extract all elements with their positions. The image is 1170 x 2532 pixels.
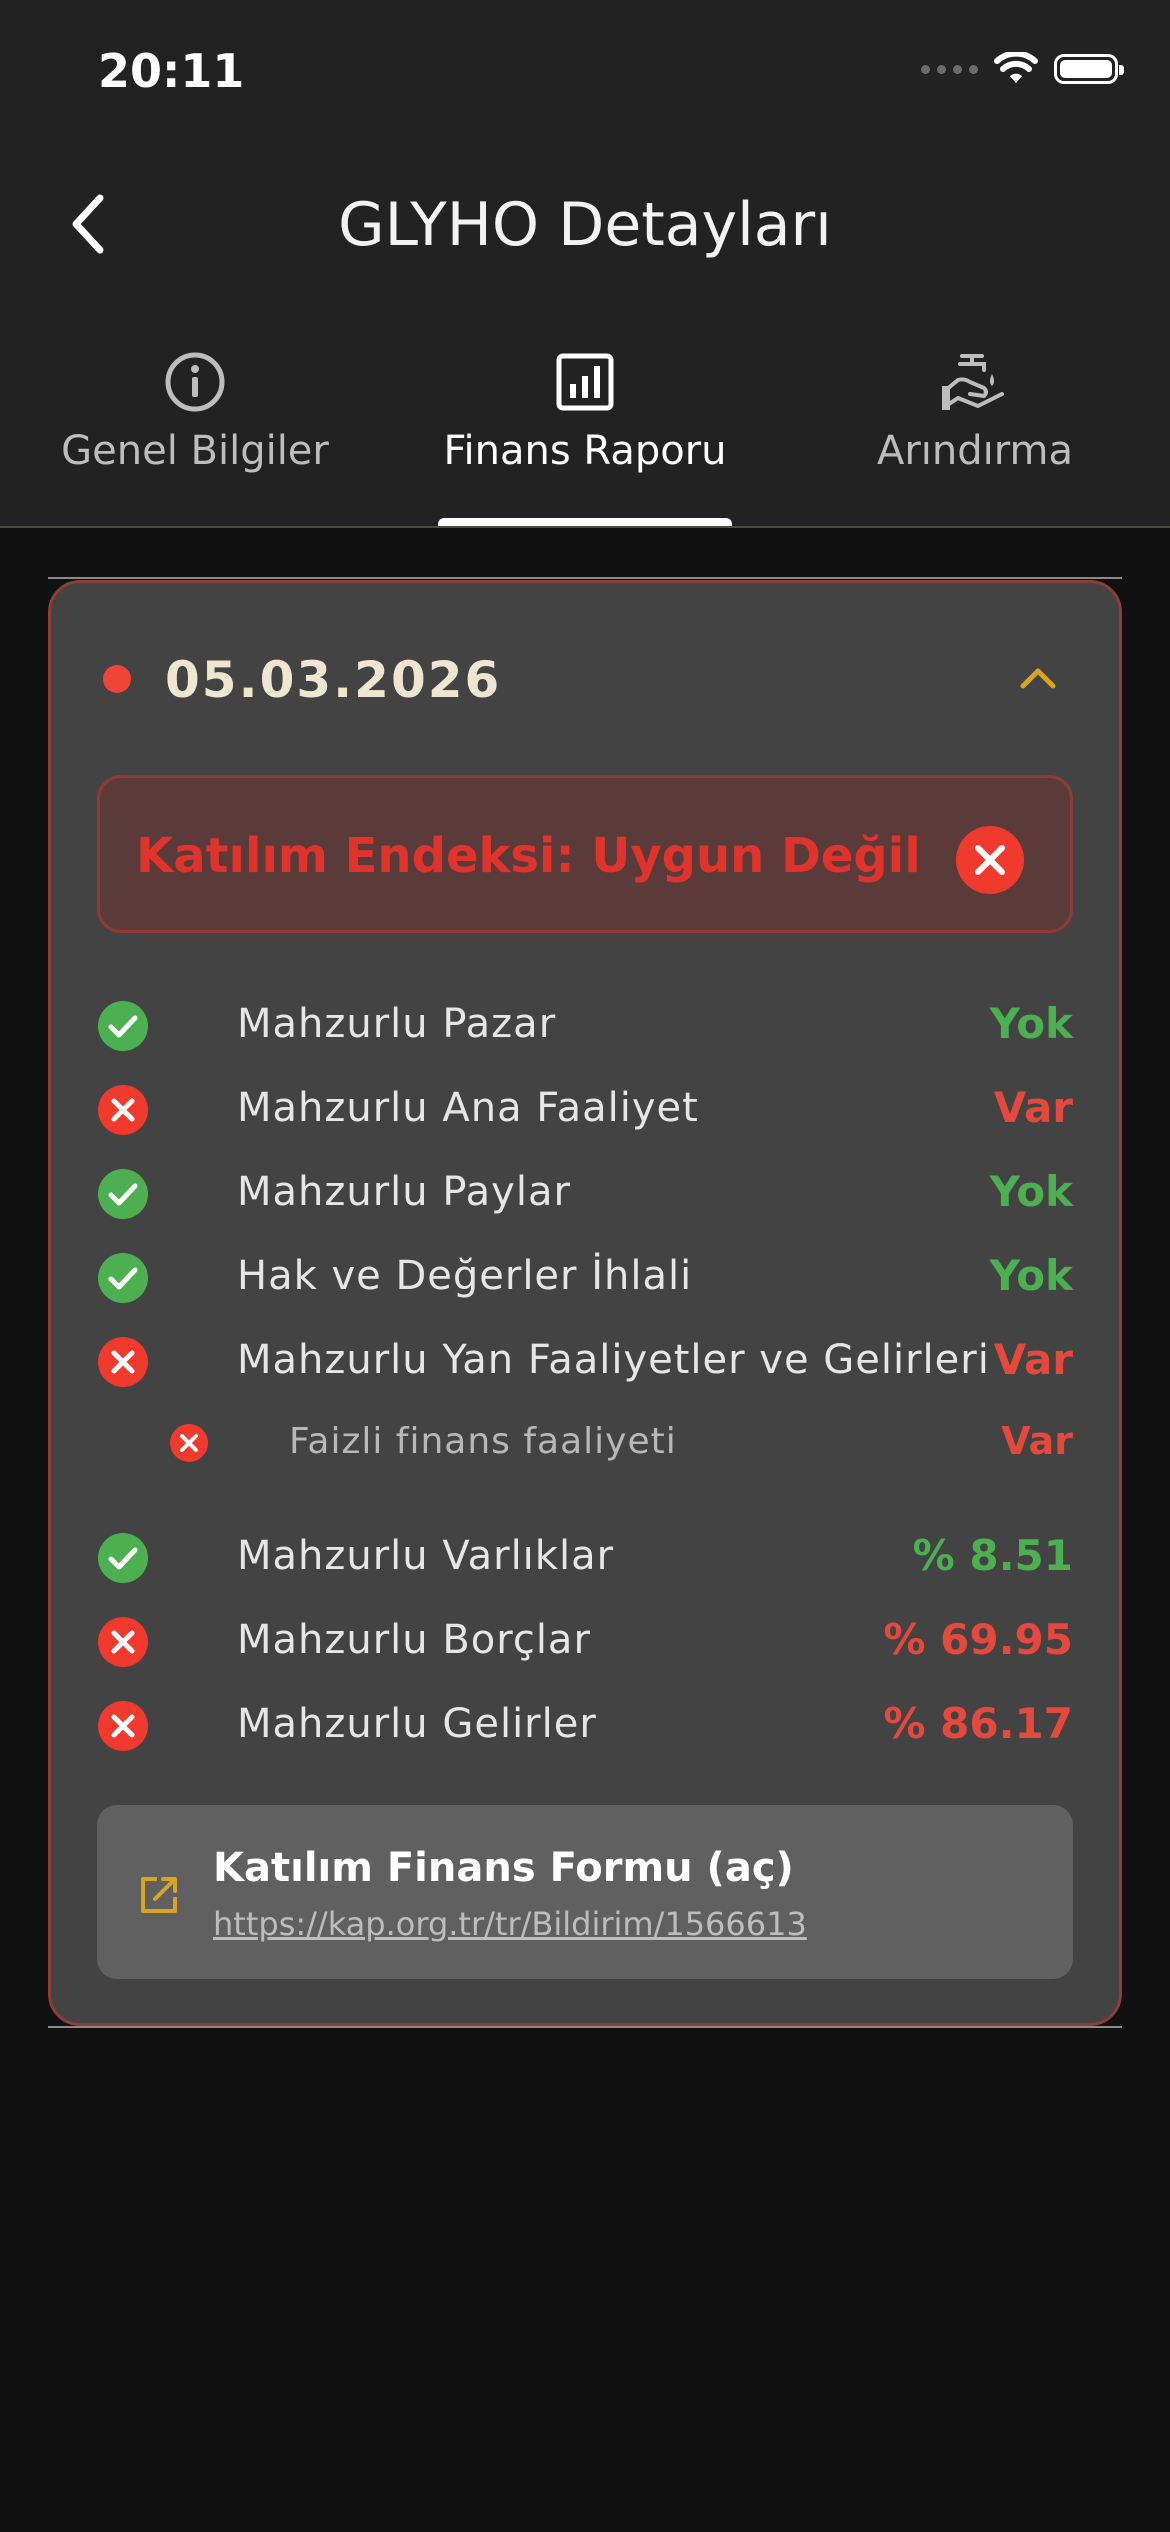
- criteria-label: Faizli finans faaliyeti: [289, 1421, 677, 1462]
- check-circle-icon: [98, 1001, 148, 1051]
- finance-form-link[interactable]: Katılım Finans Formu (aç) https://kap.or…: [97, 1805, 1073, 1979]
- check-circle-icon: [98, 1169, 148, 1219]
- status-time: 20:11: [98, 44, 245, 98]
- ratio-value: % 8.51: [912, 1531, 1073, 1580]
- bar-chart-icon: [556, 353, 614, 411]
- info-icon: [165, 352, 225, 412]
- criteria-value: Yok: [989, 999, 1073, 1048]
- criteria-label: Hak ve Değerler İhlali: [237, 1253, 693, 1299]
- tab-label: Genel Bilgiler: [61, 428, 329, 474]
- ratio-row: Mahzurlu Gelirler % 86.17: [97, 1695, 1073, 1755]
- ratio-row: Mahzurlu Borçlar % 69.95: [97, 1611, 1073, 1671]
- close-circle-icon: [956, 826, 1024, 894]
- report-card-header[interactable]: 05.03.2026: [51, 583, 1119, 709]
- criteria-label: Mahzurlu Ana Faaliyet: [237, 1085, 699, 1131]
- tab-finans-raporu[interactable]: Finans Raporu: [390, 340, 780, 528]
- criteria-row: Mahzurlu Pazar Yok: [97, 995, 1073, 1055]
- top-bar: 20:11 GLYHO Detayları Genel Bilgiler Fin…: [0, 0, 1170, 528]
- criteria-subrow: Faizli finans faaliyeti Var: [97, 1411, 1073, 1471]
- criteria-value: Var: [993, 1083, 1073, 1132]
- criteria-row: Hak ve Değerler İhlali Yok: [97, 1247, 1073, 1307]
- report-date: 05.03.2026: [165, 651, 502, 709]
- x-circle-icon: [170, 1424, 208, 1462]
- hand-wash-icon: [942, 354, 1004, 410]
- criteria-row: Mahzurlu Ana Faaliyet Var: [97, 1079, 1073, 1139]
- tab-genel-bilgiler[interactable]: Genel Bilgiler: [0, 340, 390, 528]
- chevron-up-icon[interactable]: [1013, 653, 1063, 703]
- criteria-value: Var: [1001, 1419, 1073, 1463]
- tab-bar: Genel Bilgiler Finans Raporu Arındırma: [0, 340, 1170, 528]
- page-title: GLYHO Detayları: [338, 190, 832, 260]
- criteria-row: Mahzurlu Paylar Yok: [97, 1163, 1073, 1223]
- x-circle-icon: [98, 1337, 148, 1387]
- criteria-label: Mahzurlu Pazar: [237, 1001, 557, 1047]
- link-url[interactable]: https://kap.org.tr/tr/Bildirim/1566613: [213, 1905, 807, 1943]
- report-card: 05.03.2026 Katılım Endeksi: Uygun Değil …: [48, 580, 1122, 2026]
- x-circle-icon: [98, 1701, 148, 1751]
- ratio-value: % 69.95: [883, 1615, 1073, 1664]
- criteria-value: Yok: [989, 1167, 1073, 1216]
- criteria-label: Mahzurlu Paylar: [237, 1169, 571, 1215]
- criteria-label: Mahzurlu Yan Faaliyetler ve Gelirleri: [237, 1337, 990, 1383]
- ratio-value: % 86.17: [883, 1699, 1073, 1748]
- divider: [48, 577, 1122, 579]
- participation-index-banner: Katılım Endeksi: Uygun Değil: [97, 775, 1073, 933]
- status-dot: [103, 665, 131, 693]
- wifi-icon: [994, 52, 1038, 83]
- divider: [48, 2026, 1122, 2028]
- cellular-signal-icon: [921, 64, 978, 74]
- link-title: Katılım Finans Formu (aç): [213, 1845, 794, 1891]
- x-circle-icon: [98, 1085, 148, 1135]
- ratio-row: Mahzurlu Varlıklar % 8.51: [97, 1527, 1073, 1587]
- criteria-value: Var: [993, 1335, 1073, 1384]
- x-circle-icon: [98, 1617, 148, 1667]
- tab-arindirma[interactable]: Arındırma: [780, 340, 1170, 528]
- external-link-icon: [141, 1877, 177, 1913]
- ratio-label: Mahzurlu Borçlar: [237, 1617, 591, 1663]
- tab-label: Arındırma: [877, 428, 1073, 474]
- check-circle-icon: [98, 1533, 148, 1583]
- banner-text: Katılım Endeksi: Uygun Değil: [136, 828, 921, 884]
- criteria-value: Yok: [989, 1251, 1073, 1300]
- tabs-divider: [0, 526, 1170, 528]
- battery-icon: [1054, 54, 1124, 84]
- check-circle-icon: [98, 1253, 148, 1303]
- criteria-row: Mahzurlu Yan Faaliyetler ve Gelirleri Va…: [97, 1331, 1073, 1391]
- tab-label: Finans Raporu: [443, 428, 727, 474]
- ratio-label: Mahzurlu Gelirler: [237, 1701, 597, 1747]
- status-icons: [921, 52, 1124, 86]
- ratio-label: Mahzurlu Varlıklar: [237, 1533, 615, 1579]
